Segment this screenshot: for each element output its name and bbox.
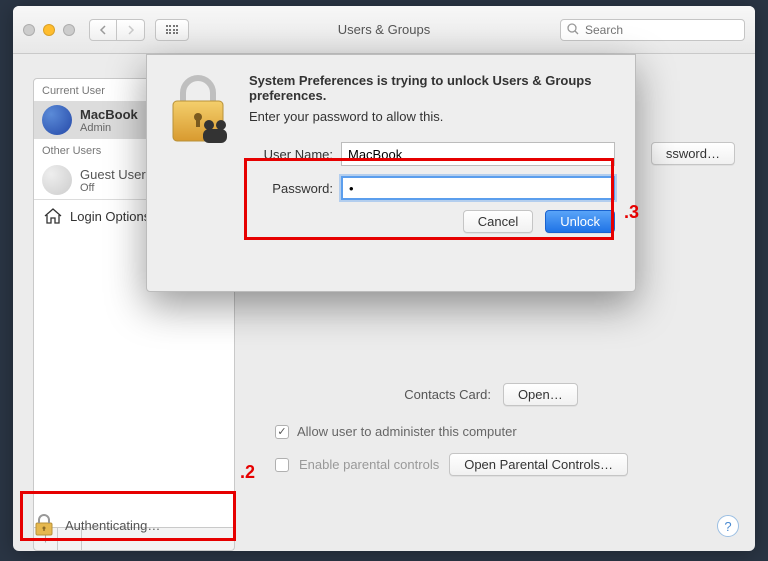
open-contacts-button[interactable]: Open…: [503, 383, 578, 406]
admin-checkbox[interactable]: [275, 425, 289, 439]
annotation-label-2: .2: [240, 462, 255, 483]
dialog-lock-icon: [165, 73, 231, 277]
search-wrap: [560, 19, 745, 41]
zoom-icon[interactable]: [63, 24, 75, 36]
parental-checkbox[interactable]: [275, 458, 289, 472]
traffic-lights: [23, 24, 75, 36]
password-row: Password:: [249, 176, 615, 200]
unlock-button[interactable]: Unlock: [545, 210, 615, 233]
show-all-button[interactable]: [155, 19, 189, 41]
user-info: Guest User Off: [80, 167, 146, 194]
user-role: Admin: [80, 122, 138, 134]
close-icon[interactable]: [23, 24, 35, 36]
titlebar: Users & Groups: [13, 6, 755, 54]
password-label: Password:: [249, 181, 341, 196]
admin-checkbox-row: Allow user to administer this computer: [247, 424, 735, 439]
nav-buttons: [89, 19, 145, 41]
user-name: Guest User: [80, 167, 146, 182]
login-options-label: Login Options: [70, 209, 150, 224]
username-label: User Name:: [249, 147, 341, 162]
lock-bar[interactable]: Authenticating…: [33, 513, 160, 537]
avatar: [42, 105, 72, 135]
password-input[interactable]: [341, 176, 615, 200]
open-parental-button[interactable]: Open Parental Controls…: [449, 453, 628, 476]
dialog-buttons: Cancel Unlock: [249, 210, 615, 233]
avatar: [42, 165, 72, 195]
dialog-subtitle: Enter your password to allow this.: [249, 109, 615, 124]
admin-checkbox-label: Allow user to administer this computer: [297, 424, 517, 439]
user-info: MacBook Admin: [80, 107, 138, 134]
dialog-body: System Preferences is trying to unlock U…: [249, 73, 615, 277]
annotation-label-3: .3: [624, 202, 639, 223]
search-input[interactable]: [560, 19, 745, 41]
forward-button[interactable]: [117, 19, 145, 41]
cancel-button[interactable]: Cancel: [463, 210, 533, 233]
user-name: MacBook: [80, 107, 138, 122]
preferences-window: Users & Groups Current User MacBook Admi…: [13, 6, 755, 551]
search-icon: [566, 22, 580, 36]
minimize-icon[interactable]: [43, 24, 55, 36]
auth-dialog: System Preferences is trying to unlock U…: [146, 54, 636, 292]
lock-icon: [33, 513, 55, 537]
parental-row: Enable parental controls Open Parental C…: [247, 453, 735, 476]
help-button[interactable]: ?: [717, 515, 739, 537]
contacts-row: Contacts Card: Open…: [247, 383, 735, 406]
back-button[interactable]: [89, 19, 117, 41]
parental-label: Enable parental controls: [299, 457, 439, 472]
lock-text: Authenticating…: [65, 518, 160, 533]
contacts-label: Contacts Card:: [404, 387, 491, 402]
dialog-title: System Preferences is trying to unlock U…: [249, 73, 615, 103]
change-password-button[interactable]: ssword…: [651, 142, 735, 165]
grid-icon: [166, 25, 179, 34]
user-role: Off: [80, 182, 146, 194]
username-input[interactable]: [341, 142, 615, 166]
house-icon: [44, 208, 62, 224]
username-row: User Name:: [249, 142, 615, 166]
